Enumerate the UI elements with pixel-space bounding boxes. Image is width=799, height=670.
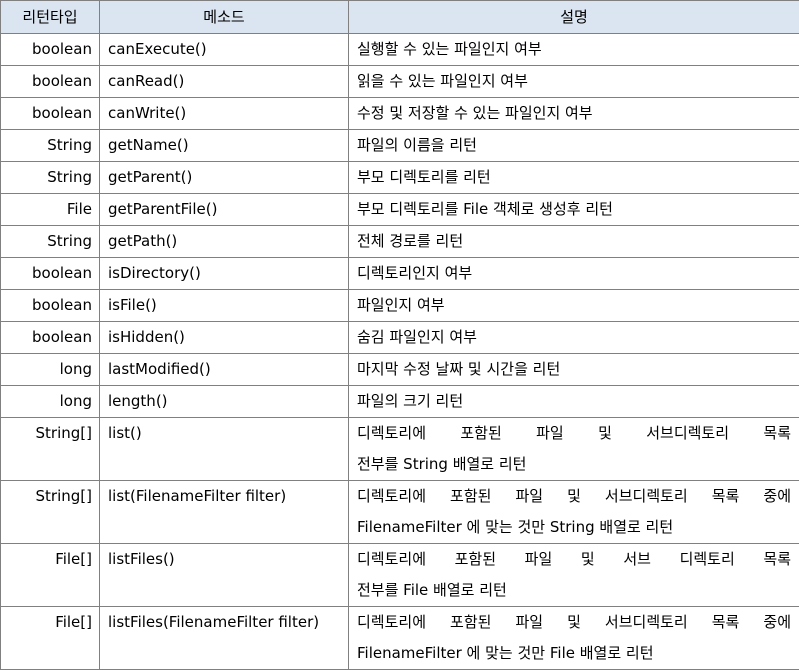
table-row: StringgetPath() 전체 경로를 리턴 <box>1 226 799 258</box>
method-cell: length() <box>100 386 349 418</box>
method-cell: canRead() <box>100 66 349 98</box>
description-cell: 마지막 수정 날짜 및 시간을 리턴 <box>349 354 799 386</box>
description-cell: 읽을 수 있는 파일인지 여부 <box>349 66 799 98</box>
header-method: 메소드 <box>100 1 349 34</box>
header-description: 설명 <box>349 1 799 34</box>
description-cell: 디렉토리에 포함된 파일 및 서브디렉토리 목록 중에FilenameFilte… <box>349 481 799 544</box>
description-cell: 숨김 파일인지 여부 <box>349 322 799 354</box>
description-cell: 수정 및 저장할 수 있는 파일인지 여부 <box>349 98 799 130</box>
method-cell: getName() <box>100 130 349 162</box>
description-line: 전부를 String 배열로 리턴 <box>357 449 791 480</box>
return-type-cell: boolean <box>1 290 100 322</box>
return-type-cell: boolean <box>1 66 100 98</box>
method-cell: isFile() <box>100 290 349 322</box>
description-line: 파일의 이름을 리턴 <box>357 130 791 161</box>
table-row: booleancanExecute() 실행할 수 있는 파일인지 여부 <box>1 34 799 66</box>
description-line: FilenameFilter 에 맞는 것만 String 배열로 리턴 <box>357 512 791 543</box>
method-cell: lastModified() <box>100 354 349 386</box>
table-row: booleanisDirectory() 디렉토리인지 여부 <box>1 258 799 290</box>
description-line: 수정 및 저장할 수 있는 파일인지 여부 <box>357 98 791 129</box>
description-line: 디렉토리에 포함된 파일 및 서브디렉토리 목록 중에 <box>357 607 791 638</box>
description-line: 디렉토리인지 여부 <box>357 258 791 289</box>
header-row: 리턴타입 메소드 설명 <box>1 1 799 34</box>
return-type-cell: String[] <box>1 418 100 481</box>
return-type-cell: long <box>1 354 100 386</box>
description-line: 파일인지 여부 <box>357 290 791 321</box>
return-type-cell: String[] <box>1 481 100 544</box>
description-line: 디렉토리에 포함된 파일 및 서브디렉토리 목록 중에 <box>357 481 791 512</box>
table-row: longlastModified() 마지막 수정 날짜 및 시간을 리턴 <box>1 354 799 386</box>
method-cell: isHidden() <box>100 322 349 354</box>
description-cell: 파일인지 여부 <box>349 290 799 322</box>
return-type-cell: String <box>1 130 100 162</box>
table-row: booleanisFile() 파일인지 여부 <box>1 290 799 322</box>
description-line: 전부를 File 배열로 리턴 <box>357 575 791 606</box>
table-row: String[]list()디렉토리에 포함된 파일 및 서브디렉토리 목록전부… <box>1 418 799 481</box>
table-body: booleancanExecute()실행할 수 있는 파일인지 여부boole… <box>1 34 799 670</box>
return-type-cell: boolean <box>1 34 100 66</box>
description-cell: 전체 경로를 리턴 <box>349 226 799 258</box>
return-type-cell: boolean <box>1 322 100 354</box>
table-row: File[]listFiles(FilenameFilter filter)디렉… <box>1 607 799 670</box>
description-cell: 부모 디렉토리를 리턴 <box>349 162 799 194</box>
method-cell: canWrite() <box>100 98 349 130</box>
description-cell: 실행할 수 있는 파일인지 여부 <box>349 34 799 66</box>
method-cell: getParentFile() <box>100 194 349 226</box>
method-cell: list(FilenameFilter filter) <box>100 481 349 544</box>
method-cell: canExecute() <box>100 34 349 66</box>
table-row: booleancanRead() 읽을 수 있는 파일인지 여부 <box>1 66 799 98</box>
description-cell: 디렉토리에 포함된 파일 및 서브 디렉토리 목록전부를 File 배열로 리턴 <box>349 544 799 607</box>
header-return-type: 리턴타입 <box>1 1 100 34</box>
table-row: booleancanWrite() 수정 및 저장할 수 있는 파일인지 여부 <box>1 98 799 130</box>
description-line: 디렉토리에 포함된 파일 및 서브 디렉토리 목록 <box>357 544 791 575</box>
return-type-cell: File <box>1 194 100 226</box>
method-cell: getPath() <box>100 226 349 258</box>
description-line: 파일의 크기 리턴 <box>357 386 791 417</box>
table-row: StringgetName() 파일의 이름을 리턴 <box>1 130 799 162</box>
table-row: String[]list(FilenameFilter filter)디렉토리에… <box>1 481 799 544</box>
description-line: 실행할 수 있는 파일인지 여부 <box>357 34 791 65</box>
table-row: booleanisHidden() 숨김 파일인지 여부 <box>1 322 799 354</box>
method-cell: isDirectory() <box>100 258 349 290</box>
description-cell: 디렉토리에 포함된 파일 및 서브디렉토리 목록 중에FilenameFilte… <box>349 607 799 670</box>
table-row: StringgetParent() 부모 디렉토리를 리턴 <box>1 162 799 194</box>
description-line: 디렉토리에 포함된 파일 및 서브디렉토리 목록 <box>357 418 791 449</box>
description-line: 숨김 파일인지 여부 <box>357 322 791 353</box>
description-line: 부모 디렉토리를 리턴 <box>357 162 791 193</box>
file-methods-table: 리턴타입 메소드 설명 booleancanExecute()실행할 수 있는 … <box>0 0 799 670</box>
return-type-cell: boolean <box>1 258 100 290</box>
return-type-cell: long <box>1 386 100 418</box>
description-line: 전체 경로를 리턴 <box>357 226 791 257</box>
method-cell: getParent() <box>100 162 349 194</box>
description-cell: 디렉토리인지 여부 <box>349 258 799 290</box>
description-cell: 파일의 크기 리턴 <box>349 386 799 418</box>
return-type-cell: String <box>1 162 100 194</box>
description-cell: 파일의 이름을 리턴 <box>349 130 799 162</box>
table-row: File[]listFiles()디렉토리에 포함된 파일 및 서브 디렉토리 … <box>1 544 799 607</box>
table-row: FilegetParentFile() 부모 디렉토리를 File 객체로 생성후… <box>1 194 799 226</box>
table-row: longlength() 파일의 크기 리턴 <box>1 386 799 418</box>
return-type-cell: File[] <box>1 607 100 670</box>
return-type-cell: File[] <box>1 544 100 607</box>
method-cell: listFiles(FilenameFilter filter) <box>100 607 349 670</box>
description-line: FilenameFilter 에 맞는 것만 File 배열로 리턴 <box>357 638 791 669</box>
return-type-cell: String <box>1 226 100 258</box>
method-cell: listFiles() <box>100 544 349 607</box>
description-cell: 디렉토리에 포함된 파일 및 서브디렉토리 목록전부를 String 배열로 리… <box>349 418 799 481</box>
description-line: 마지막 수정 날짜 및 시간을 리턴 <box>357 354 791 385</box>
description-cell: 부모 디렉토리를 File 객체로 생성후 리턴 <box>349 194 799 226</box>
return-type-cell: boolean <box>1 98 100 130</box>
description-line: 읽을 수 있는 파일인지 여부 <box>357 66 791 97</box>
description-line: 부모 디렉토리를 File 객체로 생성후 리턴 <box>357 194 791 225</box>
method-cell: list() <box>100 418 349 481</box>
